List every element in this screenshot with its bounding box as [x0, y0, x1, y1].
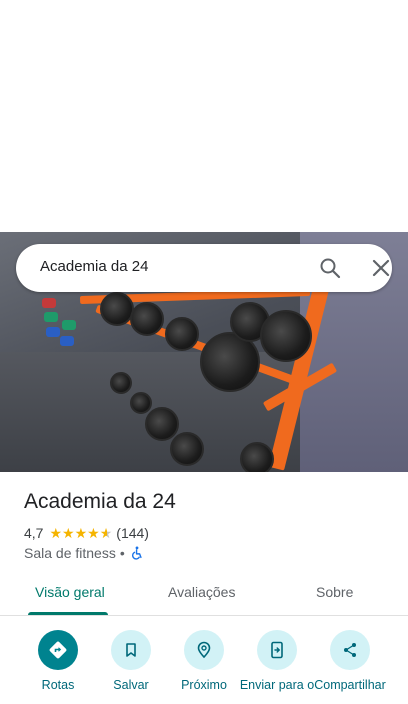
search-bar[interactable]: Academia da 24 — [16, 244, 392, 292]
star-icon: ★ — [87, 525, 100, 541]
category-row: Sala de fitness • — [24, 545, 144, 561]
tab-overview[interactable]: Visão geral — [35, 584, 105, 600]
share-label: Compartilhar — [314, 678, 386, 692]
close-icon[interactable] — [369, 256, 393, 280]
directions-button[interactable]: Rotas — [20, 630, 96, 692]
nearby-button[interactable]: Próximo — [166, 630, 242, 692]
send-to-phone-icon — [257, 630, 297, 670]
send-to-phone-label: Enviar para o — [239, 678, 315, 692]
send-to-phone-button[interactable]: Enviar para o — [239, 630, 315, 692]
review-count[interactable]: (144) — [116, 525, 149, 541]
half-star-icon: ★ — [99, 525, 113, 541]
star-rating: ★ ★ ★ ★ ★ — [49, 526, 112, 540]
share-icon — [330, 630, 370, 670]
active-tab-indicator — [28, 612, 108, 615]
search-icon[interactable] — [318, 256, 342, 280]
separator: • — [119, 545, 125, 561]
share-button[interactable]: Compartilhar — [312, 630, 388, 692]
rating-row[interactable]: 4,7 ★ ★ ★ ★ ★ (144) — [24, 524, 149, 542]
star-icon: ★ — [62, 525, 75, 541]
nearby-label: Próximo — [181, 678, 227, 692]
category-label: Sala de fitness — [24, 545, 116, 561]
place-tabs: Visão geral Avaliações Sobre — [0, 574, 408, 616]
tab-reviews[interactable]: Avaliações — [168, 584, 235, 600]
search-query[interactable]: Academia da 24 — [40, 258, 148, 275]
bookmark-icon — [111, 630, 151, 670]
tab-about[interactable]: Sobre — [316, 584, 353, 600]
star-icon: ★ — [74, 525, 88, 541]
rating-value: 4,7 — [24, 525, 44, 541]
action-bar: Rotas Salvar Próximo Enviar para o Compa… — [0, 630, 408, 704]
wheelchair-accessible-icon — [131, 546, 142, 560]
place-title: Academia da 24 — [24, 490, 176, 513]
star-icon: ★ — [49, 525, 63, 541]
blank-map-area — [0, 0, 408, 232]
save-button[interactable]: Salvar — [93, 630, 169, 692]
save-label: Salvar — [113, 678, 149, 692]
directions-icon — [38, 630, 78, 670]
directions-label: Rotas — [41, 678, 75, 692]
nearby-icon — [184, 630, 224, 670]
